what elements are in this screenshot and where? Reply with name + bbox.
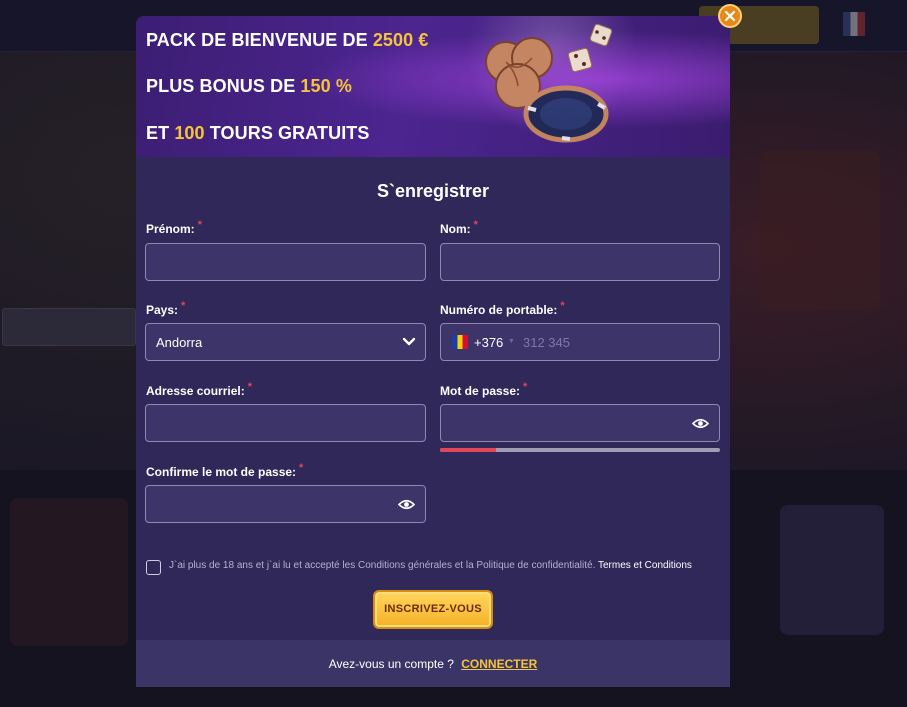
- password-input[interactable]: [441, 405, 719, 441]
- confirm-password-field[interactable]: [145, 485, 426, 523]
- password-strength-bar: [440, 448, 720, 452]
- required-marker: *: [560, 300, 565, 312]
- required-marker: *: [473, 219, 478, 231]
- terms-link[interactable]: Termes et Conditions: [598, 560, 692, 571]
- phone-label: Numéro de portable: *: [440, 300, 565, 317]
- background-hero-button: [2, 308, 136, 346]
- country-selected-value: Andorra: [156, 335, 203, 350]
- close-button[interactable]: [718, 4, 742, 28]
- country-label: Pays: *: [146, 300, 186, 317]
- required-marker: *: [247, 381, 252, 393]
- phone-label-text: Numéro de portable:: [440, 303, 558, 317]
- register-button[interactable]: INSCRIVEZ-VOUS: [375, 592, 491, 627]
- required-marker: *: [299, 462, 304, 474]
- first-name-input[interactable]: [146, 244, 425, 280]
- email-field[interactable]: [145, 404, 426, 442]
- password-field[interactable]: [440, 404, 720, 442]
- last-name-label: Nom: *: [440, 219, 478, 236]
- password-strength-fill: [440, 448, 496, 452]
- background-game-card: [10, 498, 128, 646]
- background-slot-art: [760, 150, 880, 310]
- background-game-card: [780, 505, 884, 635]
- background-language-flag: [843, 12, 865, 36]
- first-name-label-text: Prénom:: [146, 222, 195, 236]
- password-label-text: Mot de passe:: [440, 384, 521, 398]
- email-label-text: Adresse courriel:: [146, 384, 245, 398]
- required-marker: *: [523, 381, 528, 393]
- login-footer: Avez-vous un compte ? CONNECTER: [136, 640, 730, 687]
- form-layer: S`enregistrer Prénom: * Nom: * Pays: * Ando…: [136, 16, 730, 687]
- last-name-field[interactable]: [440, 243, 720, 281]
- chevron-down-icon[interactable]: [402, 336, 416, 348]
- confirm-password-input[interactable]: [146, 486, 425, 522]
- close-icon[interactable]: [720, 6, 740, 26]
- andorra-flag-icon[interactable]: [452, 335, 468, 349]
- last-name-input[interactable]: [441, 244, 719, 280]
- eye-icon[interactable]: [398, 498, 415, 511]
- email-label: Adresse courriel: *: [146, 381, 252, 398]
- confirm-password-label: Confirme le mot de passe: *: [146, 462, 304, 479]
- phone-field[interactable]: +376 ▼ 312 345: [440, 323, 720, 361]
- dial-code-caret-icon[interactable]: ▼: [508, 338, 515, 345]
- form-title: S`enregistrer: [376, 181, 490, 201]
- first-name-field[interactable]: [145, 243, 426, 281]
- phone-dial-code[interactable]: +376: [474, 335, 503, 350]
- consent-statement: J`ai plus de 18 ans et j`ai lu et accept…: [169, 560, 596, 571]
- phone-placeholder[interactable]: 312 345: [523, 335, 570, 350]
- consent-checkbox[interactable]: [146, 560, 161, 575]
- confirm-password-label-text: Confirme le mot de passe:: [146, 465, 297, 479]
- required-marker: *: [197, 219, 202, 231]
- country-select[interactable]: Andorra: [145, 323, 426, 361]
- last-name-label-text: Nom:: [440, 222, 471, 236]
- email-input[interactable]: [146, 405, 425, 441]
- first-name-label: Prénom: *: [146, 219, 202, 236]
- login-link[interactable]: CONNECTER: [461, 657, 537, 671]
- country-label-text: Pays:: [146, 303, 179, 317]
- have-account-text: Avez-vous un compte ?: [328, 657, 454, 671]
- eye-icon[interactable]: [692, 417, 709, 430]
- password-label: Mot de passe: *: [440, 381, 528, 398]
- consent-text: J`ai plus de 18 ans et j`ai lu et accept…: [169, 560, 692, 571]
- required-marker: *: [181, 300, 186, 312]
